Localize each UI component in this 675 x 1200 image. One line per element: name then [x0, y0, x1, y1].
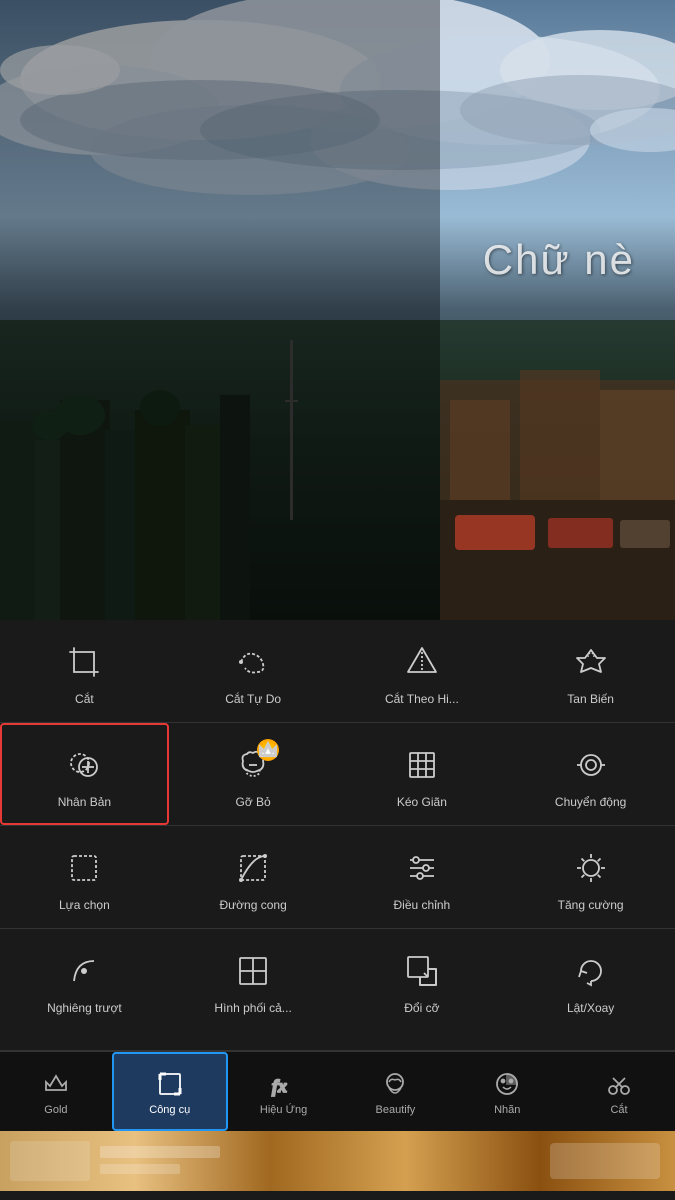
- nav-cong-cu-label: Công cụ: [149, 1104, 190, 1116]
- nav-gold[interactable]: Gold: [0, 1052, 112, 1131]
- tools-row-3: Lựa chọn Đường cong: [0, 826, 675, 928]
- nav-beautify[interactable]: Beautify: [339, 1052, 451, 1131]
- stretch-icon: [400, 743, 444, 787]
- bottom-panel: Cắt Cắt Tự Do: [0, 620, 675, 1200]
- tool-tang-cuong-label: Tăng cường: [558, 898, 624, 912]
- tool-lat-xoay-label: Lật/Xoay: [567, 1001, 614, 1015]
- tool-cat-tu-do-label: Cắt Tự Do: [225, 692, 281, 706]
- tools-row-1: Cắt Cắt Tự Do: [0, 620, 675, 722]
- svg-text:fx: fx: [272, 1076, 287, 1096]
- tool-go-bo[interactable]: Gỡ Bỏ: [169, 723, 338, 825]
- crown-nav-icon: [40, 1068, 72, 1100]
- tool-nghieng-truot-label: Nghiêng trượt: [47, 1001, 122, 1015]
- tool-chuyen-dong[interactable]: Chuyển động: [506, 723, 675, 825]
- nav-cong-cu[interactable]: Công cụ: [112, 1052, 228, 1131]
- tool-tan-bien-label: Tan Biến: [567, 692, 614, 706]
- tool-cat-theo-hinh[interactable]: Cắt Theo Hi...: [338, 620, 507, 722]
- motion-icon: [569, 743, 613, 787]
- tool-lua-chon-label: Lựa chọn: [59, 898, 110, 912]
- tool-lua-chon[interactable]: Lựa chọn: [0, 826, 169, 928]
- nav-cat-label: Cắt: [610, 1104, 627, 1116]
- tool-nhan-ban-label: Nhân Bản: [58, 795, 111, 809]
- tool-cat-label: Cắt: [75, 692, 94, 706]
- nav-hieu-ung[interactable]: fx Hiệu Ứng: [228, 1052, 340, 1131]
- remove-icon: [231, 743, 275, 787]
- nav-gold-label: Gold: [44, 1104, 67, 1116]
- tool-hinh-phoi-ca-label: Hình phối cả...: [214, 1001, 291, 1015]
- tool-chuyen-dong-label: Chuyển động: [555, 795, 626, 809]
- nav-nhan-label: Nhãn: [494, 1104, 520, 1116]
- tools-section: Cắt Cắt Tự Do: [0, 620, 675, 1050]
- collage-icon: [231, 949, 275, 993]
- shapecrop-icon: [400, 640, 444, 684]
- tilt-icon: [62, 949, 106, 993]
- tool-go-bo-label: Gỡ Bỏ: [236, 795, 271, 809]
- freecut-icon: [231, 640, 275, 684]
- crop-nav-icon: [154, 1068, 186, 1100]
- nav-nhan[interactable]: Nhãn: [451, 1052, 563, 1131]
- tool-keo-gian[interactable]: Kéo Giãn: [338, 723, 507, 825]
- tool-cat-theo-hinh-label: Cắt Theo Hi...: [385, 692, 459, 706]
- curve-icon: [231, 846, 275, 890]
- tools-row-4: Nghiêng trượt Hình phối cả...: [0, 929, 675, 1031]
- nav-cat[interactable]: Cắt: [563, 1052, 675, 1131]
- adjust-icon: [400, 846, 444, 890]
- tool-nhan-ban[interactable]: Nhân Bản: [0, 723, 169, 825]
- clone-icon: [62, 743, 106, 787]
- crown-badge: [257, 739, 279, 761]
- scissors-nav-icon: [603, 1068, 635, 1100]
- tool-cat-tu-do[interactable]: Cắt Tự Do: [169, 620, 338, 722]
- tool-duong-cong-label: Đường cong: [219, 898, 286, 912]
- tools-row-2: Nhân Bản Gỡ Bỏ: [0, 723, 675, 825]
- nav-hieu-ung-label: Hiệu Ứng: [260, 1104, 307, 1116]
- face-nav-icon: [379, 1068, 411, 1100]
- ad-banner-content: [0, 1131, 675, 1191]
- tool-doi-co-label: Đổi cỡ: [404, 1001, 439, 1015]
- tool-cat[interactable]: Cắt: [0, 620, 169, 722]
- photo-canvas: Chữ nè: [0, 0, 675, 620]
- tool-nghieng-truot[interactable]: Nghiêng trượt: [0, 929, 169, 1031]
- tool-doi-co[interactable]: Đổi cỡ: [338, 929, 507, 1031]
- tool-duong-cong[interactable]: Đường cong: [169, 826, 338, 928]
- sticker-nav-icon: [491, 1068, 523, 1100]
- fx-nav-icon: fx: [268, 1068, 300, 1100]
- resize-icon: [400, 949, 444, 993]
- ad-banner[interactable]: [0, 1131, 675, 1191]
- tool-tan-bien[interactable]: Tan Biến: [506, 620, 675, 722]
- tool-hinh-phoi-ca[interactable]: Hình phối cả...: [169, 929, 338, 1031]
- enhance-icon: [569, 846, 613, 890]
- tool-dieu-chinh-label: Điều chỉnh: [394, 898, 451, 912]
- crop-icon: [62, 640, 106, 684]
- rotate-icon: [569, 949, 613, 993]
- photo-overlay-text: Chữ nè: [483, 236, 635, 284]
- scatter-icon: [569, 640, 613, 684]
- tool-tang-cuong[interactable]: Tăng cường: [506, 826, 675, 928]
- bottom-nav: Gold Công cụ fx Hiệu Ứng: [0, 1051, 675, 1131]
- left-overlay: [0, 0, 440, 620]
- nav-beautify-label: Beautify: [376, 1104, 416, 1116]
- tool-dieu-chinh[interactable]: Điều chỉnh: [338, 826, 507, 928]
- tool-lat-xoay[interactable]: Lật/Xoay: [506, 929, 675, 1031]
- tool-keo-gian-label: Kéo Giãn: [397, 795, 447, 809]
- select-icon: [62, 846, 106, 890]
